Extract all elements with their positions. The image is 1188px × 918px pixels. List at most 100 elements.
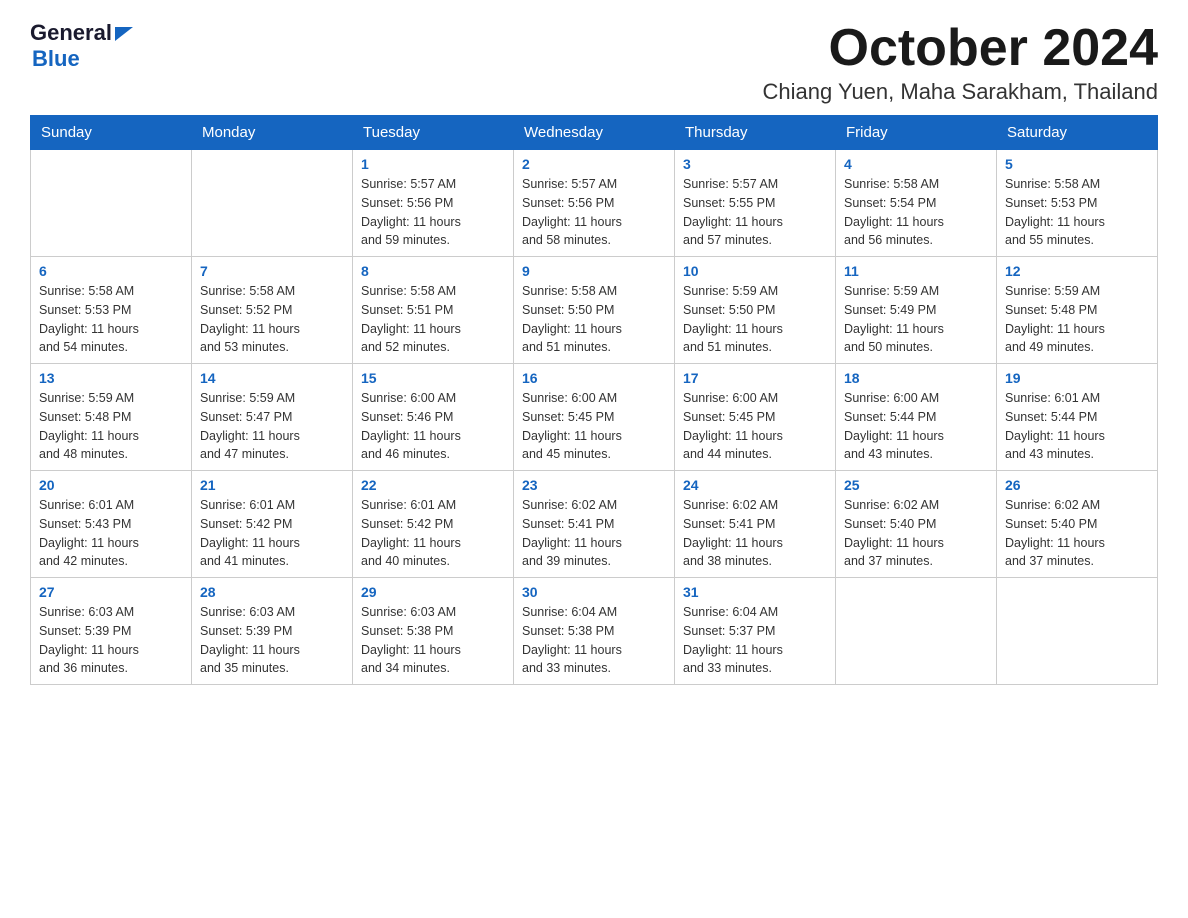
day-number: 15 <box>361 370 505 386</box>
calendar-cell: 27 Sunrise: 6:03 AM Sunset: 5:39 PM Dayli… <box>31 578 192 685</box>
day-info: Sunrise: 6:02 AM Sunset: 5:40 PM Dayligh… <box>1005 496 1149 571</box>
day-number: 8 <box>361 263 505 279</box>
day-info: Sunrise: 5:57 AM Sunset: 5:56 PM Dayligh… <box>361 175 505 250</box>
day-info: Sunrise: 6:03 AM Sunset: 5:39 PM Dayligh… <box>39 603 183 678</box>
calendar-cell: 18 Sunrise: 6:00 AM Sunset: 5:44 PM Dayli… <box>836 364 997 471</box>
day-number: 6 <box>39 263 183 279</box>
day-number: 1 <box>361 156 505 172</box>
calendar-cell <box>836 578 997 685</box>
calendar-cell: 24Sunrise: 6:02 AM Sunset: 5:41 PM Dayli… <box>675 471 836 578</box>
day-number: 18 <box>844 370 988 386</box>
weekday-header-thursday: Thursday <box>675 116 836 150</box>
calendar-cell: 10 Sunrise: 5:59 AM Sunset: 5:50 PM Dayli… <box>675 257 836 364</box>
calendar-cell: 4 Sunrise: 5:58 AM Sunset: 5:54 PM Daylig… <box>836 150 997 257</box>
weekday-header-saturday: Saturday <box>997 116 1158 150</box>
day-number: 31 <box>683 584 827 600</box>
day-info: Sunrise: 5:58 AM Sunset: 5:53 PM Dayligh… <box>1005 175 1149 250</box>
day-number: 2 <box>522 156 666 172</box>
weekday-header-wednesday: Wednesday <box>514 116 675 150</box>
calendar-cell: 29 Sunrise: 6:03 AM Sunset: 5:38 PM Dayli… <box>353 578 514 685</box>
day-info: Sunrise: 6:02 AM Sunset: 5:40 PM Dayligh… <box>844 496 988 571</box>
day-info: Sunrise: 6:02 AM Sunset: 5:41 PM Dayligh… <box>683 496 827 571</box>
day-number: 9 <box>522 263 666 279</box>
day-info: Sunrise: 5:57 AM Sunset: 5:55 PM Dayligh… <box>683 175 827 250</box>
day-number: 17 <box>683 370 827 386</box>
calendar-cell: 1 Sunrise: 5:57 AM Sunset: 5:56 PM Daylig… <box>353 150 514 257</box>
day-info: Sunrise: 5:58 AM Sunset: 5:50 PM Dayligh… <box>522 282 666 357</box>
day-number: 27 <box>39 584 183 600</box>
title-area: October 2024 Chiang Yuen, Maha Sarakham,… <box>763 20 1158 105</box>
day-number: 7 <box>200 263 344 279</box>
calendar-cell: 3 Sunrise: 5:57 AM Sunset: 5:55 PM Daylig… <box>675 150 836 257</box>
day-info: Sunrise: 5:58 AM Sunset: 5:54 PM Dayligh… <box>844 175 988 250</box>
weekday-header-row: SundayMondayTuesdayWednesdayThursdayFrid… <box>31 116 1158 150</box>
calendar-cell: 5Sunrise: 5:58 AM Sunset: 5:53 PM Daylig… <box>997 150 1158 257</box>
calendar-cell <box>192 150 353 257</box>
calendar-cell: 14Sunrise: 5:59 AM Sunset: 5:47 PM Dayli… <box>192 364 353 471</box>
calendar-cell: 20 Sunrise: 6:01 AM Sunset: 5:43 PM Dayli… <box>31 471 192 578</box>
weekday-header-tuesday: Tuesday <box>353 116 514 150</box>
day-info: Sunrise: 6:03 AM Sunset: 5:38 PM Dayligh… <box>361 603 505 678</box>
calendar-cell: 8Sunrise: 5:58 AM Sunset: 5:51 PM Daylig… <box>353 257 514 364</box>
day-info: Sunrise: 5:59 AM Sunset: 5:48 PM Dayligh… <box>39 389 183 464</box>
calendar-week-row: 20 Sunrise: 6:01 AM Sunset: 5:43 PM Dayli… <box>31 471 1158 578</box>
day-number: 12 <box>1005 263 1149 279</box>
day-number: 26 <box>1005 477 1149 493</box>
day-number: 10 <box>683 263 827 279</box>
day-number: 25 <box>844 477 988 493</box>
calendar-cell: 30 Sunrise: 6:04 AM Sunset: 5:38 PM Dayli… <box>514 578 675 685</box>
logo: General Blue <box>30 20 133 72</box>
day-info: Sunrise: 6:01 AM Sunset: 5:44 PM Dayligh… <box>1005 389 1149 464</box>
day-number: 30 <box>522 584 666 600</box>
calendar-cell: 9 Sunrise: 5:58 AM Sunset: 5:50 PM Daylig… <box>514 257 675 364</box>
day-number: 23 <box>522 477 666 493</box>
month-year-title: October 2024 <box>763 20 1158 77</box>
logo-blue-text: Blue <box>32 46 80 72</box>
day-info: Sunrise: 6:03 AM Sunset: 5:39 PM Dayligh… <box>200 603 344 678</box>
calendar-cell: 15 Sunrise: 6:00 AM Sunset: 5:46 PM Dayli… <box>353 364 514 471</box>
calendar-cell: 6Sunrise: 5:58 AM Sunset: 5:53 PM Daylig… <box>31 257 192 364</box>
calendar-cell: 22 Sunrise: 6:01 AM Sunset: 5:42 PM Dayli… <box>353 471 514 578</box>
location-subtitle: Chiang Yuen, Maha Sarakham, Thailand <box>763 79 1158 105</box>
calendar-cell: 17Sunrise: 6:00 AM Sunset: 5:45 PM Dayli… <box>675 364 836 471</box>
day-number: 14 <box>200 370 344 386</box>
day-info: Sunrise: 6:01 AM Sunset: 5:42 PM Dayligh… <box>361 496 505 571</box>
day-info: Sunrise: 5:59 AM Sunset: 5:49 PM Dayligh… <box>844 282 988 357</box>
day-number: 3 <box>683 156 827 172</box>
day-info: Sunrise: 5:58 AM Sunset: 5:52 PM Dayligh… <box>200 282 344 357</box>
day-info: Sunrise: 6:00 AM Sunset: 5:45 PM Dayligh… <box>522 389 666 464</box>
calendar-cell <box>31 150 192 257</box>
day-number: 4 <box>844 156 988 172</box>
calendar-week-row: 6Sunrise: 5:58 AM Sunset: 5:53 PM Daylig… <box>31 257 1158 364</box>
day-number: 11 <box>844 263 988 279</box>
calendar-table: SundayMondayTuesdayWednesdayThursdayFrid… <box>30 115 1158 685</box>
logo-general-text: General <box>30 20 112 46</box>
day-info: Sunrise: 6:00 AM Sunset: 5:44 PM Dayligh… <box>844 389 988 464</box>
day-number: 19 <box>1005 370 1149 386</box>
day-info: Sunrise: 6:02 AM Sunset: 5:41 PM Dayligh… <box>522 496 666 571</box>
day-info: Sunrise: 5:57 AM Sunset: 5:56 PM Dayligh… <box>522 175 666 250</box>
weekday-header-monday: Monday <box>192 116 353 150</box>
day-number: 21 <box>200 477 344 493</box>
calendar-cell: 19 Sunrise: 6:01 AM Sunset: 5:44 PM Dayli… <box>997 364 1158 471</box>
day-number: 22 <box>361 477 505 493</box>
day-info: Sunrise: 6:01 AM Sunset: 5:43 PM Dayligh… <box>39 496 183 571</box>
day-info: Sunrise: 6:00 AM Sunset: 5:46 PM Dayligh… <box>361 389 505 464</box>
calendar-cell: 13Sunrise: 5:59 AM Sunset: 5:48 PM Dayli… <box>31 364 192 471</box>
day-info: Sunrise: 6:04 AM Sunset: 5:38 PM Dayligh… <box>522 603 666 678</box>
calendar-cell: 11 Sunrise: 5:59 AM Sunset: 5:49 PM Dayli… <box>836 257 997 364</box>
day-number: 29 <box>361 584 505 600</box>
day-number: 16 <box>522 370 666 386</box>
calendar-cell: 12Sunrise: 5:59 AM Sunset: 5:48 PM Dayli… <box>997 257 1158 364</box>
day-info: Sunrise: 5:59 AM Sunset: 5:50 PM Dayligh… <box>683 282 827 357</box>
calendar-cell: 2 Sunrise: 5:57 AM Sunset: 5:56 PM Daylig… <box>514 150 675 257</box>
header: General Blue October 2024 Chiang Yuen, M… <box>30 20 1158 105</box>
day-number: 28 <box>200 584 344 600</box>
weekday-header-friday: Friday <box>836 116 997 150</box>
day-info: Sunrise: 6:01 AM Sunset: 5:42 PM Dayligh… <box>200 496 344 571</box>
weekday-header-sunday: Sunday <box>31 116 192 150</box>
day-number: 20 <box>39 477 183 493</box>
calendar-week-row: 27 Sunrise: 6:03 AM Sunset: 5:39 PM Dayli… <box>31 578 1158 685</box>
calendar-cell: 26 Sunrise: 6:02 AM Sunset: 5:40 PM Dayli… <box>997 471 1158 578</box>
calendar-cell: 28 Sunrise: 6:03 AM Sunset: 5:39 PM Dayli… <box>192 578 353 685</box>
